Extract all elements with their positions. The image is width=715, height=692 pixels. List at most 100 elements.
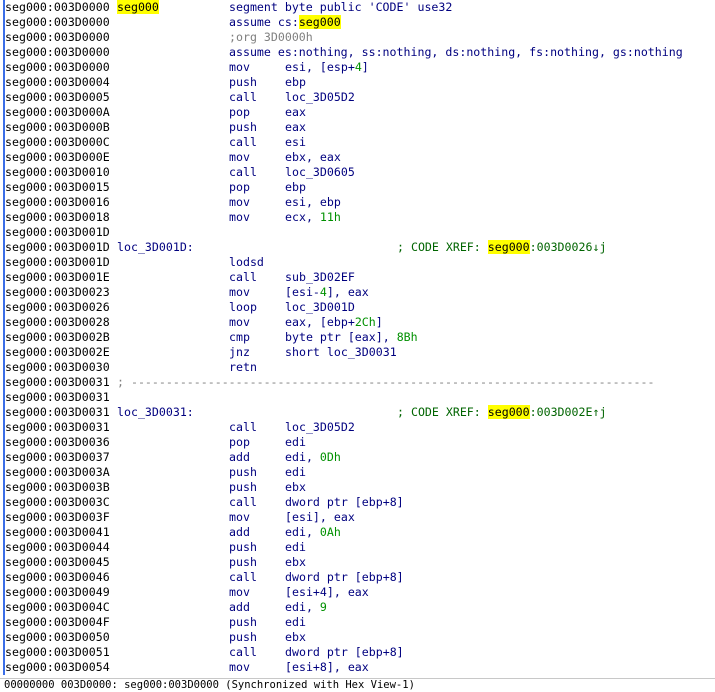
line-address[interactable]: seg000:003D0016 xyxy=(5,195,110,210)
line-address[interactable]: seg000:003D003B xyxy=(5,480,110,495)
line-address[interactable]: seg000:003D003F xyxy=(5,510,110,525)
operands[interactable]: edi xyxy=(285,435,306,450)
operands[interactable]: sub_3D02EF xyxy=(285,270,355,285)
operands[interactable]: edi xyxy=(285,465,306,480)
line-address[interactable]: seg000:003D0051 xyxy=(5,645,110,660)
line-address[interactable]: seg000:003D001E xyxy=(5,270,110,285)
listing-line[interactable]: seg000:003D0010 call loc_3D0605 xyxy=(0,165,715,180)
listing-line[interactable]: seg000:003D002B cmp byte ptr [eax], 8Bh xyxy=(0,330,715,345)
operands[interactable]: eax, [ebp+2Ch] xyxy=(285,315,383,330)
operands[interactable]: ebx xyxy=(285,630,306,645)
line-address[interactable]: seg000:003D002B xyxy=(5,330,110,345)
listing-line[interactable]: seg000:003D0023 mov [esi-4], eax xyxy=(0,285,715,300)
listing-line[interactable]: seg000:003D000C call esi xyxy=(0,135,715,150)
listing-line[interactable]: seg000:003D0016 mov esi, ebp xyxy=(0,195,715,210)
listing-line[interactable]: seg000:003D0049 mov [esi+4], eax xyxy=(0,585,715,600)
listing-line[interactable]: seg000:003D0028 mov eax, [ebp+2Ch] xyxy=(0,315,715,330)
listing-line[interactable]: seg000:003D0045 push ebx xyxy=(0,555,715,570)
line-address[interactable]: seg000:003D000C xyxy=(5,135,110,150)
line-address[interactable]: seg000:003D0015 xyxy=(5,180,110,195)
operands[interactable]: ebp xyxy=(285,180,306,195)
listing-line[interactable]: seg000:003D001E call sub_3D02EF xyxy=(0,270,715,285)
operands[interactable]: ebx xyxy=(285,480,306,495)
listing-line[interactable]: seg000:003D0018 mov ecx, 11h xyxy=(0,210,715,225)
operands[interactable]: edi, 0Dh xyxy=(285,450,341,465)
line-address[interactable]: seg000:003D0045 xyxy=(5,555,110,570)
line-address[interactable]: seg000:003D0000 xyxy=(5,45,110,60)
line-address[interactable]: seg000:003D0046 xyxy=(5,570,110,585)
line-address[interactable]: seg000:003D0000 xyxy=(5,60,110,75)
listing-line[interactable]: seg000:003D001D xyxy=(0,225,715,240)
line-address[interactable]: seg000:003D0050 xyxy=(5,630,110,645)
operands[interactable]: eax xyxy=(285,105,306,120)
code-label[interactable]: loc_3D0031: xyxy=(117,405,194,420)
listing-line[interactable]: seg000:003D0031 ; -----------------------… xyxy=(0,375,715,390)
operands[interactable]: ebp xyxy=(285,75,306,90)
operands[interactable]: esi xyxy=(285,135,306,150)
listing-line[interactable]: seg000:003D0031 call loc_3D05D2 xyxy=(0,420,715,435)
line-address[interactable]: seg000:003D0031 xyxy=(5,390,110,405)
listing-line[interactable]: seg000:003D000E mov ebx, eax xyxy=(0,150,715,165)
operands[interactable]: esi, ebp xyxy=(285,195,341,210)
operands[interactable]: loc_3D05D2 xyxy=(285,420,355,435)
operands[interactable]: byte ptr [eax], 8Bh xyxy=(285,330,418,345)
listing-line[interactable]: seg000:003D0030 retn xyxy=(0,360,715,375)
operands[interactable]: edi, 9 xyxy=(285,600,327,615)
line-address[interactable]: seg000:003D0000 xyxy=(5,15,110,30)
operands[interactable]: edi, 0Ah xyxy=(285,525,341,540)
listing-line[interactable]: seg000:003D0004 push ebp xyxy=(0,75,715,90)
listing-line[interactable]: seg000:003D004F push edi xyxy=(0,615,715,630)
line-address[interactable]: seg000:003D0028 xyxy=(5,315,110,330)
operands[interactable]: esi, [esp+4] xyxy=(285,60,369,75)
listing-line[interactable]: seg000:003D0005 call loc_3D05D2 xyxy=(0,90,715,105)
line-address[interactable]: seg000:003D003A xyxy=(5,465,110,480)
line-address[interactable]: seg000:003D004F xyxy=(5,615,110,630)
listing-line[interactable]: seg000:003D0026 loop loc_3D001D xyxy=(0,300,715,315)
line-address[interactable]: seg000:003D004C xyxy=(5,600,110,615)
listing-line[interactable]: seg000:003D0031 xyxy=(0,390,715,405)
operands[interactable]: eax xyxy=(285,120,306,135)
line-address[interactable]: seg000:003D0031 xyxy=(5,405,110,420)
listing-line[interactable]: seg000:003D0000 mov esi, [esp+4] xyxy=(0,60,715,75)
listing-line[interactable]: seg000:003D0000 seg000 segment byte public… xyxy=(0,0,715,15)
listing-line[interactable]: seg000:003D004C add edi, 9 xyxy=(0,600,715,615)
operands[interactable]: short loc_3D0031 xyxy=(285,345,397,360)
line-address[interactable]: seg000:003D0010 xyxy=(5,165,110,180)
listing-line[interactable]: seg000:003D0015 pop ebp xyxy=(0,180,715,195)
line-address[interactable]: seg000:003D0049 xyxy=(5,585,110,600)
listing-line[interactable]: seg000:003D0044 push edi xyxy=(0,540,715,555)
line-address[interactable]: seg000:003D000B xyxy=(5,120,110,135)
line-address[interactable]: seg000:003D0000 xyxy=(5,30,110,45)
listing-line[interactable]: seg000:003D0000 ;org 3D0000h xyxy=(0,30,715,45)
operands[interactable]: loc_3D0605 xyxy=(285,165,355,180)
operands[interactable]: ebx xyxy=(285,555,306,570)
operands[interactable]: ecx, 11h xyxy=(285,210,341,225)
listing-line[interactable]: seg000:003D0046 call dword ptr [ebp+8] xyxy=(0,570,715,585)
line-address[interactable]: seg000:003D0018 xyxy=(5,210,110,225)
line-address[interactable]: seg000:003D0031 xyxy=(5,375,110,390)
line-address[interactable]: seg000:003D0030 xyxy=(5,360,110,375)
listing-line[interactable]: seg000:003D003C call dword ptr [ebp+8] xyxy=(0,495,715,510)
operands[interactable]: dword ptr [ebp+8] xyxy=(285,495,404,510)
operands[interactable]: [esi-4], eax xyxy=(285,285,369,300)
line-address[interactable]: seg000:003D000E xyxy=(5,150,110,165)
operands[interactable]: edi xyxy=(285,615,306,630)
operands[interactable]: dword ptr [ebp+8] xyxy=(285,645,404,660)
line-address[interactable]: seg000:003D001D xyxy=(5,225,110,240)
line-address[interactable]: seg000:003D001D xyxy=(5,255,110,270)
line-address[interactable]: seg000:003D002E xyxy=(5,345,110,360)
line-address[interactable]: seg000:003D0000 xyxy=(5,0,110,15)
operands[interactable]: [esi+4], eax xyxy=(285,585,369,600)
operands[interactable]: dword ptr [ebp+8] xyxy=(285,570,404,585)
line-address[interactable]: seg000:003D003C xyxy=(5,495,110,510)
listing-line[interactable]: seg000:003D003B push ebx xyxy=(0,480,715,495)
operands[interactable]: loc_3D001D xyxy=(285,300,355,315)
line-address[interactable]: seg000:003D0036 xyxy=(5,435,110,450)
listing-line[interactable]: seg000:003D0036 pop edi xyxy=(0,435,715,450)
operands[interactable]: loc_3D05D2 xyxy=(285,90,355,105)
disassembly-view[interactable]: seg000:003D0000 seg000 segment byte public… xyxy=(0,0,715,678)
listing-line[interactable]: seg000:003D003A push edi xyxy=(0,465,715,480)
listing-line[interactable]: seg000:003D0000 assume es:nothing, ss:not… xyxy=(0,45,715,60)
line-address[interactable]: seg000:003D0054 xyxy=(5,660,110,675)
operands[interactable]: ebx, eax xyxy=(285,150,341,165)
